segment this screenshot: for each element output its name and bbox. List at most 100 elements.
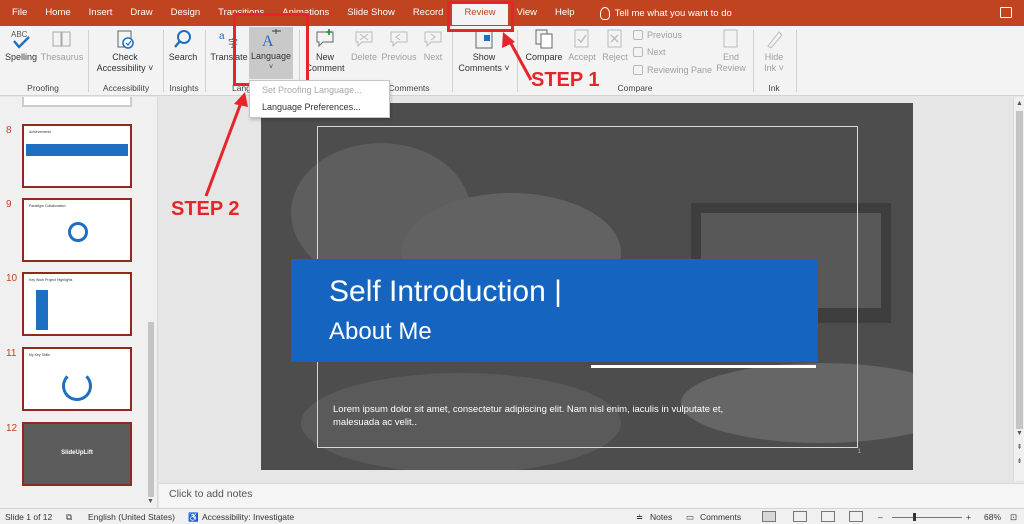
thumbnail-title: Key Work Project Highlights [29, 278, 73, 282]
next-slide-icon[interactable]: ⇟ [1015, 457, 1024, 466]
language-dropdown-menu: Set Proofing Language... Language Prefer… [249, 80, 390, 118]
spellcheck-icon[interactable]: ⧉ [66, 512, 72, 523]
slide-thumbnail-10[interactable]: Key Work Project Highlights [22, 272, 132, 336]
end-review-icon [720, 28, 742, 50]
previous-comment-icon [388, 28, 410, 50]
next-comment-icon [422, 28, 444, 50]
end-review-button[interactable]: End Review [714, 28, 748, 74]
notes-toggle-button[interactable]: Notes [650, 512, 672, 522]
zoom-slider-knob[interactable] [913, 513, 916, 521]
scroll-down-icon[interactable]: ▼ [146, 497, 155, 506]
comments-toggle-button[interactable]: Comments [700, 512, 741, 522]
group-label-compare: Compare [617, 83, 653, 93]
thumbnail-diagram [68, 222, 88, 242]
ribbon-display-icon[interactable] [1000, 7, 1012, 18]
slide-thumbnail-11[interactable]: My Key Skills [22, 347, 132, 411]
tab-help[interactable]: Help [546, 0, 584, 26]
new-comment-icon [314, 28, 336, 50]
previous-comment-button[interactable]: Previous [381, 28, 417, 63]
previous-slide-icon[interactable]: ⇞ [1015, 443, 1024, 452]
tab-draw[interactable]: Draw [121, 0, 161, 26]
next-comment-button[interactable]: Next [418, 28, 448, 63]
zoom-in-icon[interactable]: + [966, 512, 971, 522]
tab-home[interactable]: Home [36, 0, 79, 26]
zoom-out-icon[interactable]: – [878, 512, 883, 522]
spelling-button[interactable]: ABC Spelling [4, 28, 38, 63]
thumbnail-title: Achievements [29, 130, 51, 134]
accent-line [591, 365, 816, 368]
slide-number: 9 [6, 199, 12, 210]
reading-view-icon[interactable] [821, 511, 835, 522]
title-banner[interactable]: Self Introduction | About Me [291, 259, 818, 362]
zoom-slider[interactable] [892, 517, 962, 518]
tell-me-search[interactable]: Tell me what you want to do [599, 6, 732, 20]
ribbon-review: ABC Spelling Thesaurus Proofing Check Ac… [0, 26, 1024, 96]
zoom-level[interactable]: 68% [984, 512, 1001, 522]
reviewing-pane-button[interactable]: Reviewing Pane [633, 65, 712, 75]
compare-button[interactable]: Compare [522, 28, 566, 63]
tab-record[interactable]: Record [404, 0, 453, 26]
set-proofing-language-item[interactable]: Set Proofing Language... [262, 85, 362, 95]
thumbnail-arc [62, 371, 92, 401]
slide-thumbnail-partial[interactable] [22, 97, 132, 107]
fit-to-window-icon[interactable]: ⊡ [1010, 512, 1017, 523]
reject-button[interactable]: Reject [600, 28, 630, 63]
thumbnail-title: My Key Skills [29, 353, 50, 357]
slide-scrollbar[interactable]: ▲ ▼ ⇞ ⇟ [1013, 97, 1024, 481]
search-button[interactable]: Search [166, 28, 200, 63]
slide-thumbnail-9[interactable]: Paradigm Collaboration [22, 198, 132, 262]
scroll-down-icon[interactable]: ▼ [1015, 429, 1024, 438]
scrollbar-thumb[interactable] [148, 322, 154, 497]
step2-label: STEP 2 [171, 198, 240, 220]
scroll-up-icon[interactable]: ▲ [1015, 99, 1024, 108]
next-change-button[interactable]: Next [633, 47, 666, 57]
accept-icon [571, 28, 593, 50]
thumbnail-row: 12 SlideUpLift [0, 422, 150, 488]
check-accessibility-button[interactable]: Check Accessibility ˅ [92, 28, 158, 74]
notes-placeholder: Click to add notes [169, 488, 253, 500]
slide-body-text[interactable]: Lorem ipsum dolor sit amet, consectetur … [333, 403, 753, 429]
group-label-accessibility: Accessibility [102, 83, 150, 93]
slide-sorter-icon[interactable] [793, 511, 807, 522]
accept-button[interactable]: Accept [566, 28, 598, 63]
hide-ink-icon [763, 28, 785, 50]
compare-icon [533, 28, 555, 50]
svg-text:a: a [219, 31, 225, 42]
normal-view-icon[interactable] [762, 511, 776, 522]
comments-icon: ▭ [686, 512, 695, 522]
slide-thumbnail-12[interactable]: SlideUpLift [22, 422, 132, 486]
thesaurus-button[interactable]: Thesaurus [40, 28, 84, 63]
notes-pane[interactable]: Click to add notes [159, 483, 1024, 508]
show-comments-button[interactable]: Show Comments ˅ [455, 28, 513, 74]
tab-design[interactable]: Design [162, 0, 210, 26]
thumbnail-scrollbar[interactable]: ▼ [145, 97, 157, 508]
reject-icon [604, 28, 626, 50]
group-label-ink: Ink [768, 83, 780, 93]
thumbnail-title: Paradigm Collaboration [29, 204, 66, 208]
language-preferences-item[interactable]: Language Preferences... [262, 102, 361, 112]
accessibility-status[interactable]: Accessibility: Investigate [202, 512, 294, 522]
slide-number: 8 [6, 125, 12, 136]
hide-ink-button[interactable]: Hide Ink ˅ [756, 28, 792, 74]
slide-thumbnail-8[interactable]: Achievements [22, 124, 132, 188]
scrollbar-thumb[interactable] [1016, 111, 1023, 429]
ribbon-separator [452, 30, 453, 92]
slide-number: 12 [6, 423, 18, 434]
previous-change-button[interactable]: Previous [633, 30, 682, 40]
slide-subtitle[interactable]: About Me [329, 318, 432, 346]
slideshow-view-icon[interactable] [849, 511, 863, 522]
thumbnail-row: 11 My Key Skills [0, 347, 150, 413]
slide-title[interactable]: Self Introduction | [329, 275, 562, 309]
step1-label: STEP 1 [531, 69, 600, 91]
slide-counter: Slide 1 of 12 [5, 512, 53, 522]
language-status[interactable]: English (United States) [88, 512, 175, 522]
delete-comment-button[interactable]: Delete [348, 28, 380, 63]
tab-file[interactable]: File [0, 0, 36, 26]
group-label-proofing: Proofing [27, 83, 59, 93]
tab-insert[interactable]: Insert [80, 0, 122, 26]
ribbon-separator [88, 30, 89, 92]
tell-me-label: Tell me what you want to do [614, 7, 732, 19]
tab-slide-show[interactable]: Slide Show [338, 0, 404, 26]
current-slide[interactable]: Self Introduction | About Me Lorem ipsum… [261, 103, 913, 470]
slide-number: 11 [6, 348, 17, 359]
